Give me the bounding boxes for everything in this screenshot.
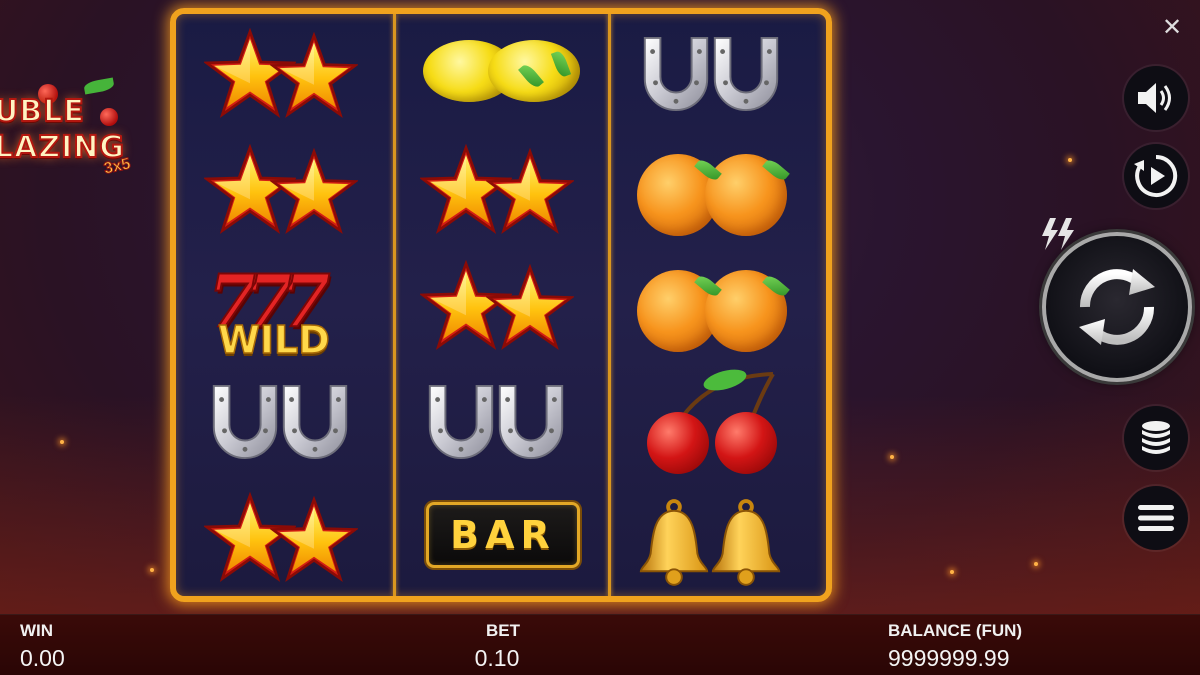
horseshoe-icon <box>212 384 278 460</box>
reel-1: 777 WILD <box>182 18 389 592</box>
reel-cell-bell <box>613 482 820 595</box>
horseshoe-icon <box>282 384 348 460</box>
reel-divider <box>393 14 396 596</box>
reel-cell-wild: 777 WILD <box>182 250 389 363</box>
reel-frame: 777 WILD BAR <box>170 8 832 602</box>
bell-icon <box>639 499 709 586</box>
reel-cell-orange <box>613 134 820 247</box>
cherry-icon <box>647 412 709 474</box>
horseshoe-icon <box>428 384 494 460</box>
win-label: WIN <box>20 621 54 640</box>
horseshoe-icon <box>498 384 564 460</box>
autoplay-icon <box>1134 154 1178 197</box>
ember-particle <box>60 440 64 444</box>
win-value: 0.00 <box>20 645 65 671</box>
star-icon <box>486 264 574 351</box>
reel-cell-star <box>182 134 389 247</box>
ember-particle <box>950 570 954 574</box>
autoplay-button[interactable] <box>1124 144 1188 208</box>
reel-cell-star <box>182 482 389 595</box>
reel-cell-star <box>398 134 605 247</box>
reel-cell-orange <box>613 250 820 363</box>
stake-button[interactable] <box>1124 406 1188 470</box>
horseshoe-icon <box>713 36 779 112</box>
win-display: WIN 0.00 <box>20 621 65 672</box>
logo-leaf-icon <box>83 77 115 95</box>
reel-cell-cherry <box>613 366 820 479</box>
coin-stack-icon <box>1142 421 1170 454</box>
star-icon <box>270 148 358 235</box>
status-bar: WIN 0.00 BET 0.10 BALANCE (FUN) 9999999.… <box>0 614 1200 675</box>
reel-cell-horseshoe <box>613 18 820 131</box>
bar-symbol: BAR <box>426 502 580 568</box>
bet-value: 0.10 <box>474 645 520 671</box>
sound-button[interactable] <box>1124 66 1188 130</box>
ember-particle <box>890 455 894 459</box>
reel-cell-star <box>398 250 605 363</box>
logo-cherry-icon <box>100 108 118 126</box>
cherry-icon <box>715 412 777 474</box>
reel-cell-lemon <box>398 18 605 131</box>
game-logo: UBLE LAZING 3x5 <box>0 77 160 188</box>
reel-3 <box>613 18 820 592</box>
ember-particle <box>150 568 154 572</box>
balance-display: BALANCE (FUN) 9999999.99 <box>888 621 1022 672</box>
star-icon <box>486 148 574 235</box>
horseshoe-icon <box>643 36 709 112</box>
hamburger-icon <box>1138 505 1174 531</box>
balance-value: 9999999.99 <box>888 645 1010 671</box>
logo-text-line1: UBLE <box>0 93 85 130</box>
bet-label: BET <box>486 621 520 640</box>
reel-divider <box>608 14 611 596</box>
star-icon <box>270 32 358 119</box>
spin-button[interactable] <box>1042 232 1192 382</box>
reel-cell-star <box>182 18 389 131</box>
reel-cell-horseshoe <box>182 366 389 479</box>
reel-2: BAR <box>398 18 605 592</box>
menu-button[interactable] <box>1124 486 1188 550</box>
close-button[interactable]: ✕ <box>1160 16 1184 40</box>
ember-particle <box>1034 562 1038 566</box>
reel-cell-horseshoe <box>398 366 605 479</box>
logo-subtitle: 3x5 <box>102 155 133 178</box>
reel-cell-bar: BAR <box>398 482 605 595</box>
bar-label: BAR <box>450 513 556 557</box>
spin-arrows-icon <box>1079 269 1155 345</box>
speaker-icon <box>1138 83 1171 113</box>
ember-particle <box>1068 158 1072 162</box>
bet-display[interactable]: BET 0.10 <box>474 621 520 672</box>
bell-icon <box>711 499 781 586</box>
wild-label: WILD <box>217 317 330 363</box>
star-icon <box>270 496 358 583</box>
balance-label: BALANCE (FUN) <box>888 621 1023 640</box>
